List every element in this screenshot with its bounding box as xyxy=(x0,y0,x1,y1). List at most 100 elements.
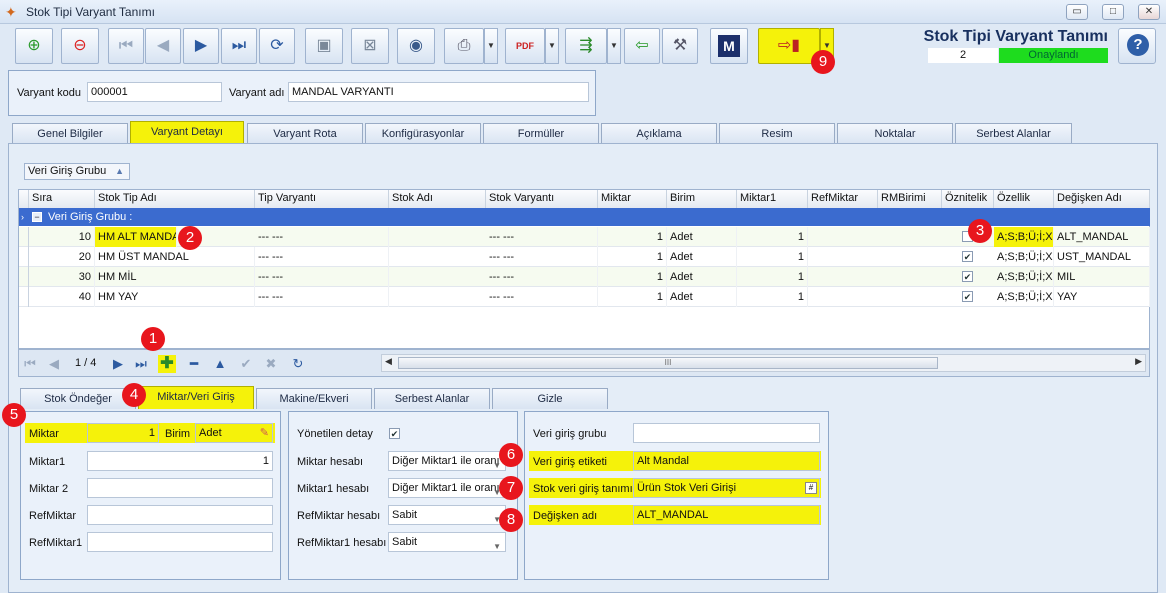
col-miktar[interactable]: Miktar xyxy=(598,190,667,208)
cell-sira: 20 xyxy=(29,247,95,267)
pdf-dropdown[interactable]: ▼ xyxy=(545,28,559,64)
nav-up-icon[interactable]: ▲ xyxy=(211,355,229,373)
miktar2-input[interactable] xyxy=(87,478,273,498)
next-icon[interactable]: ▶ xyxy=(183,28,219,64)
veri-giris-grubu-input[interactable] xyxy=(633,423,820,443)
cell-ozellik: A;S;B;Ü;İ;X xyxy=(994,287,1054,307)
subtab-gizle[interactable]: Gizle xyxy=(492,388,608,409)
first-icon[interactable]: ⏮ xyxy=(108,28,144,64)
preview-icon[interactable]: ◉ xyxy=(397,28,435,64)
col-birim[interactable]: Birim xyxy=(667,190,737,208)
close-button[interactable]: ✕ xyxy=(1138,4,1160,20)
nav-refresh-icon[interactable]: ↻ xyxy=(289,355,307,373)
col-tip-varyanti[interactable]: Tip Varyantı xyxy=(255,190,389,208)
nav-prev-icon[interactable]: ◀ xyxy=(45,355,63,373)
tools-icon[interactable]: ⚒ xyxy=(662,28,698,64)
refmiktar1-label: RefMiktar1 xyxy=(29,537,83,549)
table-row[interactable]: 20 HM ÜST MANDAL --- --- --- --- 1 Adet … xyxy=(19,247,1150,267)
help-button[interactable]: ? xyxy=(1118,28,1156,64)
refmiktar-hesabi-select[interactable]: Sabit ▼ xyxy=(388,505,506,525)
col-ozellik[interactable]: Özellik xyxy=(994,190,1054,208)
refmiktar1-input[interactable] xyxy=(87,532,273,552)
prev-icon[interactable]: ◀ xyxy=(145,28,181,64)
tab-formuller[interactable]: Formüller xyxy=(483,123,599,144)
col-oznitelik[interactable]: Öznitelik xyxy=(942,190,994,208)
tab-noktalar[interactable]: Noktalar xyxy=(837,123,953,144)
save-icon[interactable]: ▣ xyxy=(305,28,343,64)
m-icon: M xyxy=(718,35,740,57)
nav-confirm-icon[interactable]: ✔ xyxy=(237,355,255,373)
nav-remove-icon[interactable]: ━ xyxy=(185,355,203,373)
export-icon[interactable]: ⇶ xyxy=(565,28,607,64)
annotation-badge-9: 9 xyxy=(811,50,835,74)
subtab-miktar-veri-giris[interactable]: Miktar/Veri Giriş xyxy=(138,386,254,409)
nav-last-icon[interactable]: ⏭ xyxy=(132,355,150,373)
miktar1-hesabi-select[interactable]: Diğer Miktar1 ile oranı ▼ xyxy=(388,478,506,498)
last-icon[interactable]: ⏭ xyxy=(221,28,257,64)
col-refmiktar[interactable]: RefMiktar xyxy=(808,190,878,208)
nav-next-icon[interactable]: ▶ xyxy=(109,355,127,373)
oznitelik-checkbox[interactable]: ✔ xyxy=(962,271,973,282)
tab-konfigurasyonlar[interactable]: Konfigürasyonlar xyxy=(365,123,481,144)
row-arrow-icon: › xyxy=(21,212,24,222)
lookup-button[interactable]: # xyxy=(805,482,817,494)
nav-cancel-icon[interactable]: ✖ xyxy=(262,355,280,373)
print-dropdown[interactable]: ▼ xyxy=(484,28,498,64)
cell-degisken-adi: ALT_MANDAL xyxy=(1054,227,1150,247)
miktar1-input[interactable]: 1 xyxy=(87,451,273,471)
miktar-hesabi-select[interactable]: Diğer Miktar1 ile oranı ▼ xyxy=(388,451,506,471)
degisken-adi-input[interactable]: ALT_MANDAL xyxy=(633,505,820,525)
back-icon[interactable]: ⇦ xyxy=(624,28,660,64)
yonetilen-detay-checkbox[interactable]: ✔ xyxy=(389,428,400,439)
refresh-icon[interactable]: ⟳ xyxy=(259,28,295,64)
table-row[interactable]: 40 HM YAY --- --- --- --- 1 Adet 1 ✔ A;S… xyxy=(19,287,1150,307)
birim-input[interactable]: Adet ✎ xyxy=(195,423,273,443)
new-icon[interactable]: ⊕ xyxy=(15,28,53,64)
refmiktar1-hesabi-select[interactable]: Sabit ▼ xyxy=(388,532,506,552)
col-sira[interactable]: Sıra xyxy=(29,190,95,208)
horizontal-scrollbar[interactable]: ◀ III ▶ xyxy=(381,354,1146,372)
delete-icon[interactable]: ⊖ xyxy=(61,28,99,64)
col-miktar1[interactable]: Miktar1 xyxy=(737,190,808,208)
col-stok-tip-adi[interactable]: Stok Tip Adı xyxy=(95,190,255,208)
row-indicator xyxy=(19,227,29,247)
veri-giris-etiketi-input[interactable]: Alt Mandal xyxy=(633,451,820,471)
tab-serbest-alanlar[interactable]: Serbest Alanlar xyxy=(955,123,1072,144)
table-row[interactable]: 30 HM MİL --- --- --- --- 1 Adet 1 ✔ A;S… xyxy=(19,267,1150,287)
scroll-left-icon[interactable]: ◀ xyxy=(385,356,392,367)
cell-miktar: 1 xyxy=(598,247,667,267)
tab-varyant-rota[interactable]: Varyant Rota xyxy=(247,123,363,144)
nav-add-icon[interactable]: ✚ xyxy=(158,355,176,373)
col-stok-adi[interactable]: Stok Adı xyxy=(389,190,486,208)
birim-picker-icon[interactable]: ✎ xyxy=(260,424,269,442)
col-rmbirimi[interactable]: RMBirimi xyxy=(878,190,942,208)
minimize-button[interactable]: ▭ xyxy=(1066,4,1088,20)
m-button[interactable]: M xyxy=(710,28,748,64)
pdf-icon[interactable]: PDF xyxy=(505,28,545,64)
tab-genel-bilgiler[interactable]: Genel Bilgiler xyxy=(12,123,128,144)
collapse-icon[interactable]: − xyxy=(32,212,42,222)
subtab-makine-ekveri[interactable]: Makine/Ekveri xyxy=(256,388,372,409)
tab-aciklama[interactable]: Açıklama xyxy=(601,123,717,144)
export-dropdown[interactable]: ▼ xyxy=(607,28,621,64)
col-stok-varyanti[interactable]: Stok Varyantı xyxy=(486,190,598,208)
scroll-right-icon[interactable]: ▶ xyxy=(1135,356,1142,367)
cancel-save-icon[interactable]: ⊠ xyxy=(351,28,389,64)
tab-resim[interactable]: Resim xyxy=(719,123,835,144)
variant-name-input[interactable]: MANDAL VARYANTI xyxy=(288,82,589,102)
tab-varyant-detayi[interactable]: Varyant Detayı xyxy=(130,121,244,144)
subtab-serbest-alanlar[interactable]: Serbest Alanlar xyxy=(374,388,490,409)
maximize-button[interactable]: □ xyxy=(1102,4,1124,20)
subtab-stok-ondeger[interactable]: Stok Öndeğer xyxy=(20,388,136,409)
stok-veri-giris-tanimi-input[interactable]: Ürün Stok Veri Girişi # xyxy=(633,478,820,498)
scroll-thumb[interactable]: III xyxy=(398,357,938,369)
refmiktar-input[interactable] xyxy=(87,505,273,525)
col-degisken-adi[interactable]: Değişken Adı xyxy=(1054,190,1150,208)
oznitelik-checkbox[interactable]: ✔ xyxy=(962,291,973,302)
group-by-box[interactable]: Veri Giriş Grubu ▲ xyxy=(24,163,130,180)
oznitelik-checkbox[interactable]: ✔ xyxy=(962,251,973,262)
miktar-input[interactable]: 1 xyxy=(87,423,159,443)
variant-code-input[interactable]: 000001 xyxy=(87,82,222,102)
print-icon[interactable]: ⎙ xyxy=(444,28,484,64)
nav-first-icon[interactable]: ⏮ xyxy=(21,355,39,373)
